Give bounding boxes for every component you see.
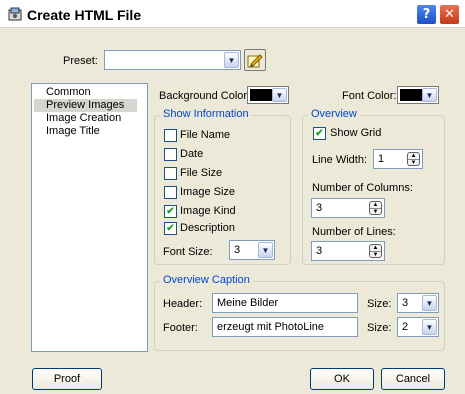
line-width-value: 1 (378, 153, 385, 165)
show-information-title: Show Information (160, 108, 252, 120)
ok-button[interactable]: OK (310, 368, 374, 390)
font-color-picker[interactable]: ▼ (397, 86, 439, 104)
preset-label: Preset: (63, 55, 98, 67)
file-size-label: File Size (180, 167, 223, 179)
show-grid-checkbox[interactable]: ✔ (313, 127, 326, 140)
footer-value: erzeugt mit PhotoLine (217, 321, 325, 333)
font-size-value: 3 (234, 244, 241, 256)
file-name-label: File Name (180, 129, 231, 141)
image-kind-checkbox[interactable]: ✔ (164, 205, 177, 218)
footer-size-label: Size: (367, 322, 392, 334)
lines-label: Number of Lines: (312, 226, 396, 238)
line-width-spinner[interactable]: ▲ ▼ (407, 152, 420, 166)
preset-dropdown-icon[interactable]: ▼ (224, 52, 239, 68)
font-size-dropdown-icon[interactable]: ▼ (258, 242, 273, 258)
background-color-picker[interactable]: ▼ (247, 86, 289, 104)
font-color-dropdown-icon[interactable]: ▼ (422, 88, 437, 102)
columns-value: 3 (316, 202, 323, 214)
header-size-label: Size: (367, 298, 392, 310)
category-image-title[interactable]: Image Title (34, 125, 113, 138)
lines-value: 3 (316, 245, 323, 257)
image-kind-label: Image Kind (180, 205, 236, 217)
header-label: Header: (163, 298, 203, 310)
footer-size-value: 2 (402, 321, 409, 333)
category-image-creation[interactable]: Image Creation (34, 112, 134, 125)
date-label: Date (180, 148, 204, 160)
header-size-value: 3 (402, 297, 409, 309)
footer-size-select[interactable]: 2 ▼ (397, 317, 439, 337)
footer-label: Footer: (163, 322, 198, 334)
columns-spinner[interactable]: ▲ ▼ (369, 201, 382, 215)
window-title: Create HTML File (27, 7, 142, 23)
cancel-button[interactable]: Cancel (381, 368, 445, 390)
edit-pencil-icon (247, 54, 263, 68)
columns-label: Number of Columns: (312, 182, 413, 194)
font-size-select[interactable]: 3 ▼ (229, 240, 275, 260)
create-html-dialog: Create HTML File ? ✕ Preset: ▼ Common Pr… (0, 0, 465, 394)
font-size-label: Font Size: (163, 246, 213, 258)
help-button[interactable]: ? (416, 4, 437, 25)
description-label: Description (180, 222, 236, 234)
line-width-label: Line Width: (312, 154, 368, 166)
category-common[interactable]: Common (34, 86, 104, 99)
close-button[interactable]: ✕ (439, 4, 460, 25)
category-preview-images[interactable]: Preview Images (34, 99, 138, 112)
category-list[interactable]: Common Preview Images Image Creation Ima… (31, 83, 148, 352)
app-icon (8, 7, 22, 21)
title-bar: Create HTML File ? ✕ (0, 0, 465, 28)
description-checkbox[interactable]: ✔ (164, 222, 177, 235)
edit-preset-button[interactable] (244, 49, 266, 71)
lines-spinner[interactable]: ▲ ▼ (369, 244, 382, 258)
background-color-swatch (250, 89, 272, 101)
header-value: Meine Bilder (217, 297, 279, 309)
overview-title: Overview (308, 108, 360, 120)
date-checkbox[interactable] (164, 148, 177, 161)
image-size-checkbox[interactable] (164, 186, 177, 199)
background-color-label: Background Color: (159, 90, 251, 102)
font-color-label: Font Color: (342, 90, 397, 102)
footer-input[interactable]: erzeugt mit PhotoLine (212, 317, 358, 337)
spin-down-icon[interactable]: ▼ (370, 251, 381, 258)
file-size-checkbox[interactable] (164, 167, 177, 180)
header-input[interactable]: Meine Bilder (212, 293, 358, 313)
lines-field[interactable]: 3 ▲ ▼ (311, 241, 385, 261)
overview-caption-title: Overview Caption (160, 274, 253, 286)
overview-caption-group: Overview Caption (154, 274, 445, 351)
columns-field[interactable]: 3 ▲ ▼ (311, 198, 385, 218)
spin-down-icon[interactable]: ▼ (408, 159, 419, 166)
background-color-dropdown-icon[interactable]: ▼ (272, 88, 287, 102)
footer-size-dropdown-icon[interactable]: ▼ (422, 319, 437, 335)
header-size-dropdown-icon[interactable]: ▼ (422, 295, 437, 311)
proof-button[interactable]: Proof (32, 368, 102, 390)
line-width-field[interactable]: 1 ▲ ▼ (373, 149, 423, 169)
close-icon: ✕ (444, 7, 455, 22)
help-icon: ? (422, 7, 431, 22)
image-size-label: Image Size (180, 186, 236, 198)
header-size-select[interactable]: 3 ▼ (397, 293, 439, 313)
file-name-checkbox[interactable] (164, 129, 177, 142)
spin-down-icon[interactable]: ▼ (370, 208, 381, 215)
font-color-swatch (400, 89, 422, 101)
show-grid-label: Show Grid (330, 127, 382, 139)
preset-select[interactable]: ▼ (104, 50, 241, 70)
